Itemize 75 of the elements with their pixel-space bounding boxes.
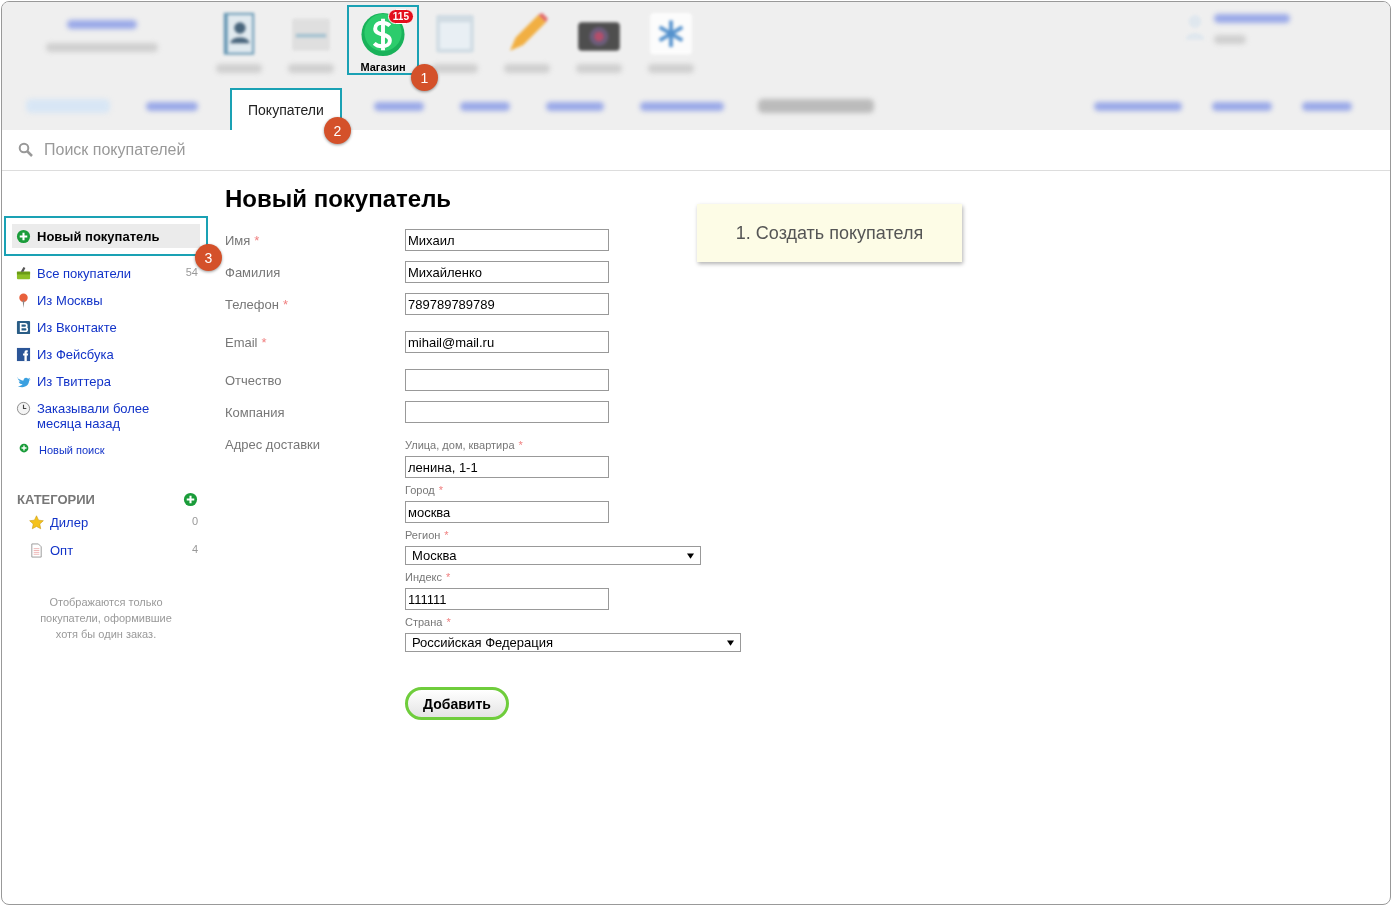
plus-icon bbox=[19, 443, 29, 453]
field-label: Телефон bbox=[225, 297, 279, 312]
page-heading: Новый покупатель bbox=[225, 185, 453, 213]
add-category-icon[interactable] bbox=[183, 492, 198, 507]
blurred-label bbox=[576, 64, 622, 73]
sidebar-note: Отображаются только покупатели, оформившие хотя бы один заказ. bbox=[39, 595, 173, 642]
new-customer-button[interactable]: Новый покупатель bbox=[12, 224, 200, 248]
required-mark: * bbox=[261, 335, 267, 350]
filter-link[interactable]: Из Фейсбука bbox=[37, 347, 114, 362]
required-mark: * bbox=[445, 571, 451, 583]
required-mark: * bbox=[254, 233, 260, 248]
blurred-label bbox=[432, 64, 478, 73]
field-label: Адрес доставки bbox=[225, 437, 321, 452]
field-label: Отчество bbox=[225, 373, 282, 388]
count: 54 bbox=[185, 266, 198, 278]
plus-icon bbox=[16, 228, 31, 244]
input-field[interactable]: ленина, 1-1 bbox=[405, 456, 609, 478]
blurred-label bbox=[288, 64, 334, 73]
hint-note: 1. Создать покупателя bbox=[697, 204, 962, 262]
clock-icon bbox=[16, 401, 31, 416]
category-link[interactable]: Дилер bbox=[50, 515, 89, 530]
blurred-label bbox=[1214, 35, 1246, 44]
star-icon bbox=[29, 515, 44, 530]
field-label: Компания bbox=[225, 405, 285, 420]
input-field[interactable] bbox=[405, 369, 609, 391]
count: 4 bbox=[191, 543, 198, 555]
input-field[interactable]: 789789789789 bbox=[405, 293, 609, 315]
count-badge: 115 bbox=[387, 9, 414, 24]
field-label: Улица, дом, квартира bbox=[405, 439, 515, 451]
filter-link[interactable]: Из Москвы bbox=[37, 293, 103, 308]
field-label: Индекс bbox=[405, 571, 442, 583]
field-label: Город bbox=[405, 484, 435, 496]
filter-link[interactable]: Из Твиттера bbox=[37, 374, 111, 389]
dropdown-arrow-icon bbox=[727, 639, 734, 646]
blurred-title bbox=[67, 20, 137, 29]
app-label: Магазин bbox=[360, 61, 406, 73]
dropdown-arrow-icon bbox=[687, 552, 694, 559]
count: 0 bbox=[191, 515, 198, 527]
snowflake-icon bbox=[647, 11, 695, 57]
category-link[interactable]: Опт bbox=[50, 543, 74, 558]
input-field[interactable]: москва bbox=[405, 501, 609, 523]
input-field[interactable]: 111111 bbox=[405, 588, 609, 610]
dollar-icon bbox=[359, 11, 407, 58]
social-network-icon bbox=[16, 320, 31, 335]
required-mark: * bbox=[446, 616, 451, 628]
facebook-icon bbox=[16, 347, 31, 362]
field-label: Имя bbox=[225, 233, 251, 248]
add-button[interactable]: Добавить bbox=[405, 687, 509, 720]
search-icon bbox=[18, 142, 34, 158]
filter-link[interactable]: Из Вконтакте bbox=[37, 320, 117, 335]
app-launcher[interactable]: Магазин 115 bbox=[347, 5, 419, 75]
field-label: Регион bbox=[405, 529, 441, 541]
input-field[interactable]: Михаил bbox=[405, 229, 609, 251]
required-mark: * bbox=[438, 484, 444, 496]
dropdown[interactable]: Москва bbox=[405, 546, 701, 565]
input-field[interactable] bbox=[405, 401, 609, 423]
required-mark: * bbox=[282, 297, 288, 312]
input-field[interactable]: Михайленко bbox=[405, 261, 609, 283]
required-mark: * bbox=[518, 439, 523, 451]
section-heading: КАТЕГОРИИ bbox=[17, 492, 95, 507]
blurred-label bbox=[504, 64, 550, 73]
blurred-label bbox=[648, 64, 694, 73]
filter-link[interactable]: Заказывали более месяца назад bbox=[37, 401, 177, 431]
dropdown[interactable]: Российская Федерация bbox=[405, 633, 741, 652]
new-search-link[interactable]: Новый поиск bbox=[39, 443, 105, 458]
field-label: Фамилия bbox=[225, 265, 281, 280]
blurred-label bbox=[216, 64, 262, 73]
map-pin-icon bbox=[16, 293, 31, 308]
required-mark: * bbox=[444, 529, 449, 541]
field-label: Страна bbox=[405, 616, 443, 628]
filter-link[interactable]: Все покупатели bbox=[37, 266, 132, 281]
input-field[interactable]: mihail@mail.ru bbox=[405, 331, 609, 353]
basket-icon bbox=[16, 266, 31, 281]
field-label: Email bbox=[225, 335, 258, 350]
document-icon bbox=[29, 543, 44, 558]
